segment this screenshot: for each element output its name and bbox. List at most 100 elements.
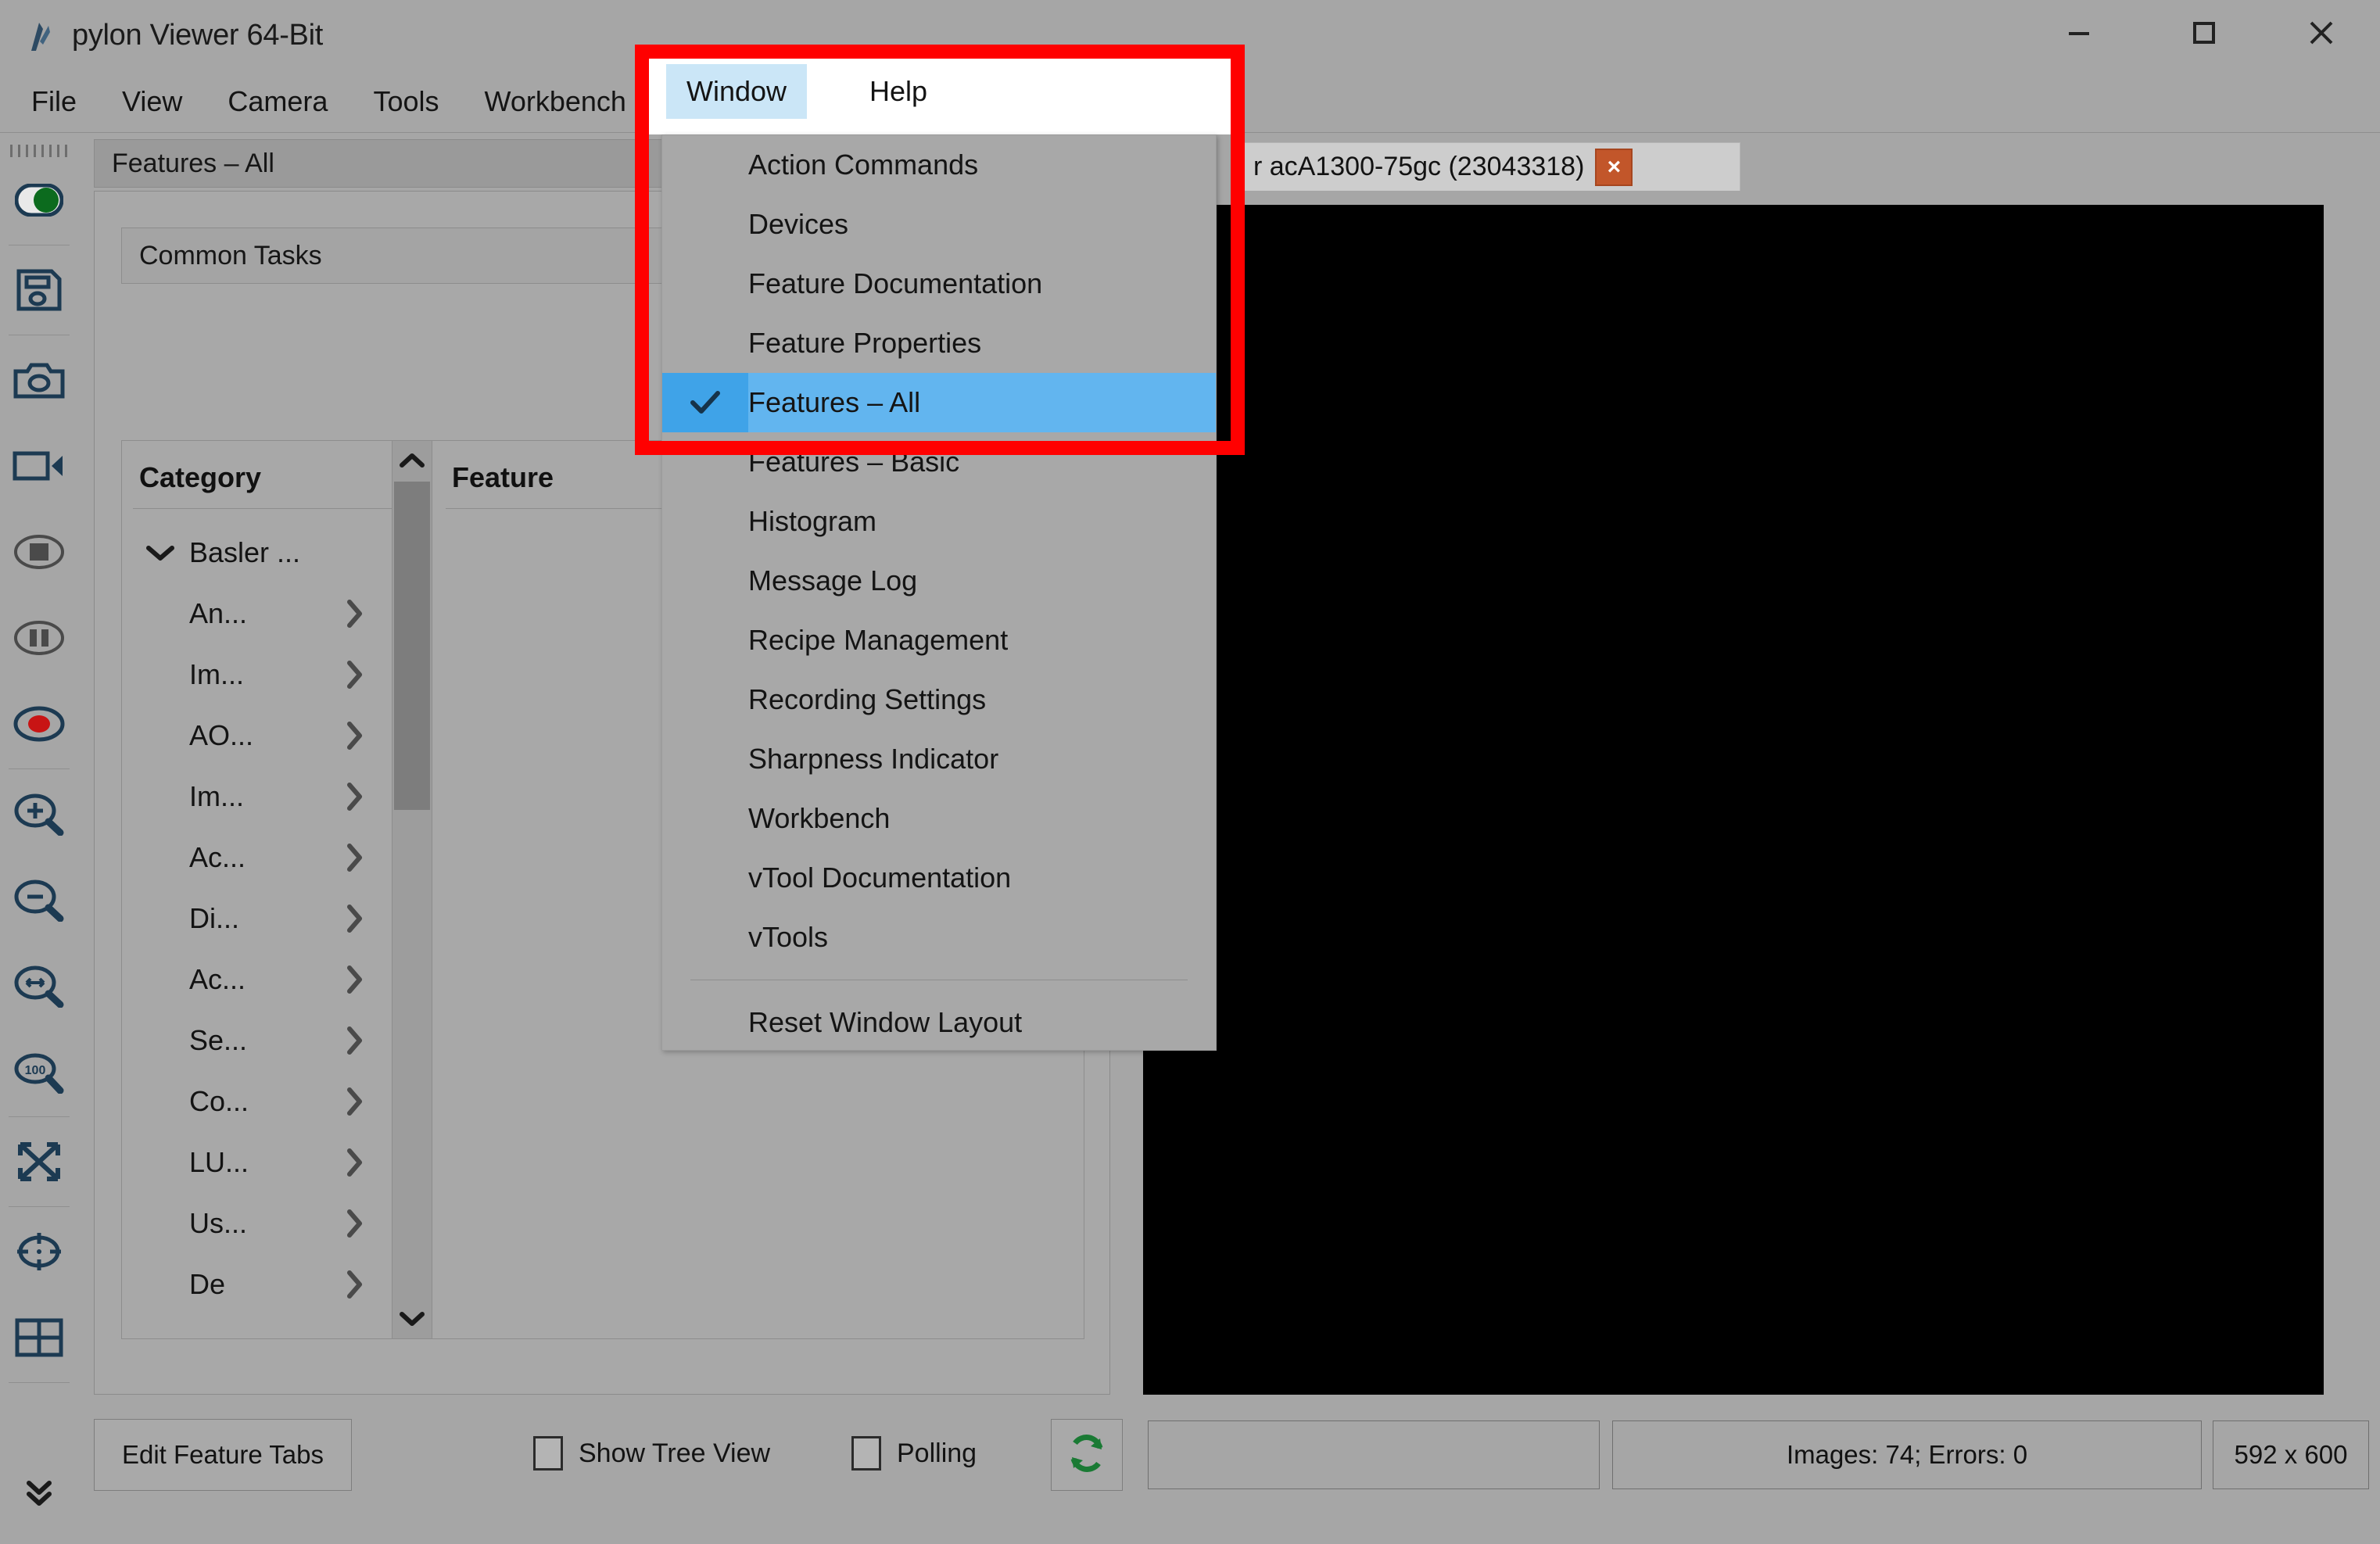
more-tools-chevron-icon[interactable] xyxy=(0,1475,78,1511)
tree-row[interactable]: AO... xyxy=(122,705,391,766)
menu-item-features-basic[interactable]: Features – Basic xyxy=(662,432,1216,492)
minimize-button[interactable] xyxy=(2036,0,2122,66)
zoom-out-icon[interactable] xyxy=(6,857,72,943)
tree-row-label: AO... xyxy=(189,719,254,751)
stop-icon[interactable] xyxy=(6,509,72,595)
chevron-right-icon[interactable] xyxy=(344,1024,391,1057)
pylon-viewer-window: pylon Viewer 64-Bit File View Camera Too… xyxy=(0,0,2380,1544)
refresh-button[interactable] xyxy=(1051,1419,1123,1491)
chevron-right-icon[interactable] xyxy=(344,1146,391,1179)
menu-file[interactable]: File xyxy=(11,74,97,129)
menu-item-devices[interactable]: Devices xyxy=(662,195,1216,254)
menu-item-label: Features – All xyxy=(748,386,921,418)
edit-feature-tabs-button[interactable]: Edit Feature Tabs xyxy=(94,1419,352,1491)
menu-item-feature-properties[interactable]: Feature Properties xyxy=(662,313,1216,373)
chevron-right-icon[interactable] xyxy=(344,1207,391,1240)
chevron-right-icon[interactable] xyxy=(344,780,391,813)
tree-row[interactable]: Di... xyxy=(122,888,391,949)
record-icon[interactable] xyxy=(6,681,72,767)
chevron-right-icon[interactable] xyxy=(344,963,391,996)
tree-row[interactable]: Us... xyxy=(122,1193,391,1254)
menu-item-label: Histogram xyxy=(748,505,877,537)
menu-item-feature-documentation[interactable]: Feature Documentation xyxy=(662,254,1216,313)
tab-features-all-label: Features – All xyxy=(112,148,274,178)
category-scrollbar[interactable] xyxy=(392,441,432,1338)
maximize-button[interactable] xyxy=(2161,0,2247,66)
zoom-fit-width-icon[interactable] xyxy=(6,943,72,1029)
tree-row[interactable]: De xyxy=(122,1254,391,1315)
show-tree-view-checkbox-group[interactable]: Show Tree View xyxy=(533,1436,770,1471)
center-crosshair-icon[interactable] xyxy=(6,1209,72,1295)
menu-item-label: Recipe Management xyxy=(748,624,1009,656)
menu-item-vtool-documentation[interactable]: vTool Documentation xyxy=(662,848,1216,908)
menu-item-action-commands[interactable]: Action Commands xyxy=(662,135,1216,195)
scroll-up-button[interactable] xyxy=(392,441,432,480)
camera-tab-close-icon[interactable]: × xyxy=(1595,148,1633,186)
status-field-blank xyxy=(1148,1420,1600,1489)
toolbar-separator xyxy=(9,768,70,769)
left-toolbar: 100 xyxy=(0,134,78,1544)
tree-row[interactable]: Im... xyxy=(122,766,391,827)
checkmark-icon xyxy=(662,373,748,432)
drag-grip-handle[interactable] xyxy=(10,145,68,157)
category-column-header: Category xyxy=(139,461,262,493)
chevron-right-icon[interactable] xyxy=(344,841,391,874)
menu-item-workbench[interactable]: Workbench xyxy=(662,789,1216,848)
pause-icon[interactable] xyxy=(6,595,72,681)
close-button[interactable] xyxy=(2278,0,2364,66)
tree-row[interactable]: An... xyxy=(122,583,391,644)
window-dropdown-menu: Action Commands Devices Feature Document… xyxy=(661,134,1217,1051)
tree-row-label: De xyxy=(189,1268,226,1300)
chevron-right-icon[interactable] xyxy=(344,1268,391,1301)
scroll-down-button[interactable] xyxy=(392,1299,432,1338)
toggle-continuous-shot-icon[interactable] xyxy=(6,157,72,243)
menu-item-histogram[interactable]: Histogram xyxy=(662,492,1216,551)
zoom-100-icon[interactable]: 100 xyxy=(6,1029,72,1115)
fit-to-window-icon[interactable] xyxy=(6,1119,72,1205)
chevron-right-icon[interactable] xyxy=(344,658,391,691)
chevron-down-icon[interactable] xyxy=(144,543,189,563)
show-tree-view-checkbox[interactable] xyxy=(533,1436,563,1471)
menu-item-vtools[interactable]: vTools xyxy=(662,908,1216,967)
chevron-right-icon[interactable] xyxy=(344,719,391,752)
menu-tools[interactable]: Tools xyxy=(353,74,459,129)
menu-item-label: Features – Basic xyxy=(748,446,960,478)
menu-help[interactable]: Help xyxy=(849,64,948,119)
image-display-area[interactable] xyxy=(1143,205,2324,1395)
menu-dropdown-header: Window Help xyxy=(649,56,1231,134)
menu-window[interactable]: Window xyxy=(666,64,808,119)
polling-checkbox-group[interactable]: Polling xyxy=(851,1436,977,1471)
chevron-right-icon[interactable] xyxy=(344,597,391,630)
tree-row[interactable]: Im... xyxy=(122,644,391,705)
zoom-in-icon[interactable] xyxy=(6,771,72,857)
single-shot-camera-icon[interactable] xyxy=(6,337,72,423)
menu-view[interactable]: View xyxy=(102,74,203,129)
grid-overlay-icon[interactable] xyxy=(6,1295,72,1381)
menu-workbench[interactable]: Workbench xyxy=(464,74,647,129)
chevron-right-icon[interactable] xyxy=(344,1085,391,1118)
scrollbar-thumb[interactable] xyxy=(394,482,430,810)
tree-row[interactable]: Ac... xyxy=(122,827,391,888)
tree-row[interactable]: LU... xyxy=(122,1132,391,1193)
menu-item-features-all[interactable]: Features – All xyxy=(662,373,1216,432)
chevron-right-icon[interactable] xyxy=(344,902,391,935)
tree-row[interactable]: Co... xyxy=(122,1071,391,1132)
toolbar-separator xyxy=(9,1382,70,1383)
camera-tab[interactable]: r acA1300-75gc (23043318) × xyxy=(1240,142,1740,191)
save-image-icon[interactable] xyxy=(6,247,72,333)
polling-checkbox[interactable] xyxy=(851,1436,881,1471)
tree-row-label: Im... xyxy=(189,658,244,690)
tree-row[interactable]: Se... xyxy=(122,1010,391,1071)
tree-row[interactable]: Ac... xyxy=(122,949,391,1010)
tree-row[interactable]: Basler ... xyxy=(122,522,391,583)
tree-row-label: LU... xyxy=(189,1146,249,1178)
menu-item-sharpness-indicator[interactable]: Sharpness Indicator xyxy=(662,729,1216,789)
menu-item-recording-settings[interactable]: Recording Settings xyxy=(662,670,1216,729)
continuous-shot-video-icon[interactable] xyxy=(6,423,72,509)
menu-camera[interactable]: Camera xyxy=(207,74,348,129)
menu-item-label: Action Commands xyxy=(748,149,979,181)
menu-item-reset-window-layout[interactable]: Reset Window Layout xyxy=(662,993,1216,1052)
window-title: pylon Viewer 64-Bit xyxy=(72,18,323,52)
menu-item-recipe-management[interactable]: Recipe Management xyxy=(662,611,1216,670)
menu-item-message-log[interactable]: Message Log xyxy=(662,551,1216,611)
